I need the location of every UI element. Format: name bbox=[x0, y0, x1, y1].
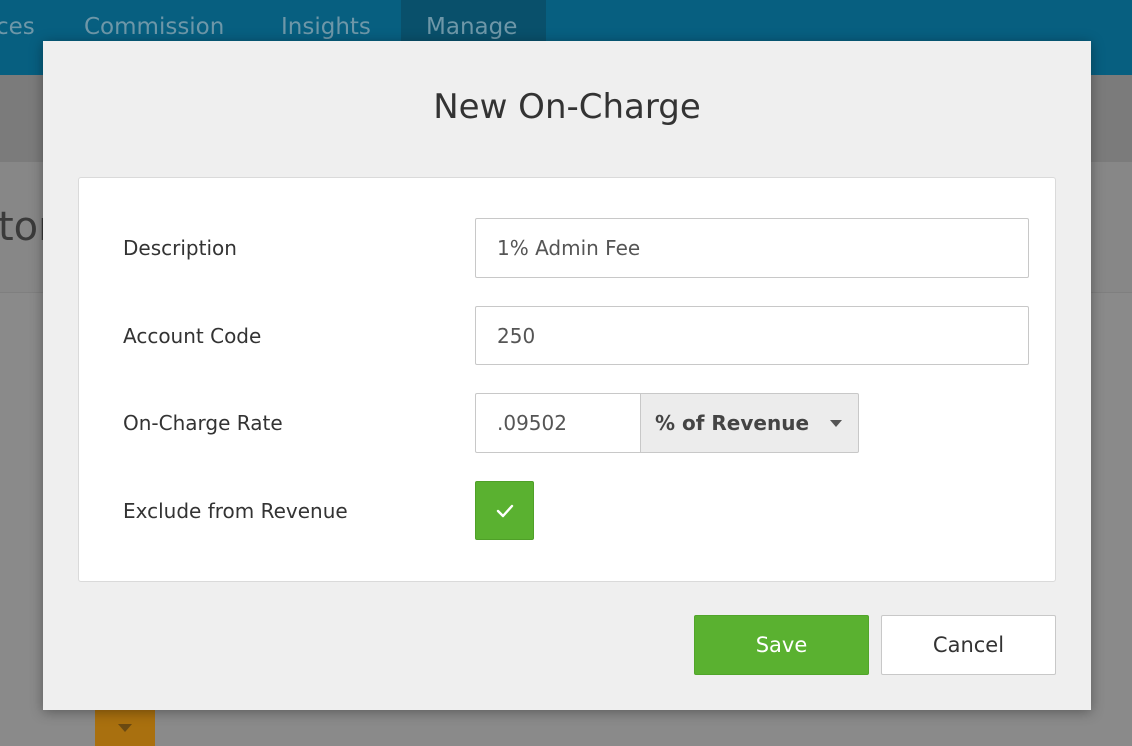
new-on-charge-modal: New On-Charge Description 1% Admin Fee A… bbox=[43, 41, 1091, 710]
account-code-input[interactable]: 250 bbox=[475, 306, 1029, 365]
form-panel: Description 1% Admin Fee Account Code 25… bbox=[78, 177, 1056, 582]
caret-down-icon bbox=[118, 724, 132, 732]
description-input[interactable]: 1% Admin Fee bbox=[475, 218, 1029, 278]
description-label: Description bbox=[123, 236, 237, 260]
caret-down-icon bbox=[830, 420, 842, 427]
account-code-label: Account Code bbox=[123, 324, 262, 348]
nav-item-manage[interactable]: Manage bbox=[426, 14, 517, 40]
rate-unit-select[interactable]: % of Revenue bbox=[641, 393, 859, 453]
modal-title: New On-Charge bbox=[433, 87, 701, 127]
exclude-from-revenue-label: Exclude from Revenue bbox=[123, 499, 348, 523]
on-charge-rate-label: On-Charge Rate bbox=[123, 411, 283, 435]
checkmark-icon bbox=[496, 504, 513, 517]
background-dropdown-button[interactable] bbox=[95, 709, 155, 746]
cancel-button[interactable]: Cancel bbox=[881, 615, 1056, 675]
nav-item-commission[interactable]: Commission bbox=[84, 14, 224, 40]
nav-item-insights[interactable]: Insights bbox=[281, 14, 371, 40]
on-charge-rate-input[interactable]: .09502 bbox=[475, 393, 641, 453]
save-button[interactable]: Save bbox=[694, 615, 869, 675]
nav-item-services[interactable]: ces bbox=[0, 14, 35, 40]
exclude-from-revenue-checkbox[interactable] bbox=[475, 481, 534, 540]
rate-unit-selected: % of Revenue bbox=[655, 411, 810, 435]
